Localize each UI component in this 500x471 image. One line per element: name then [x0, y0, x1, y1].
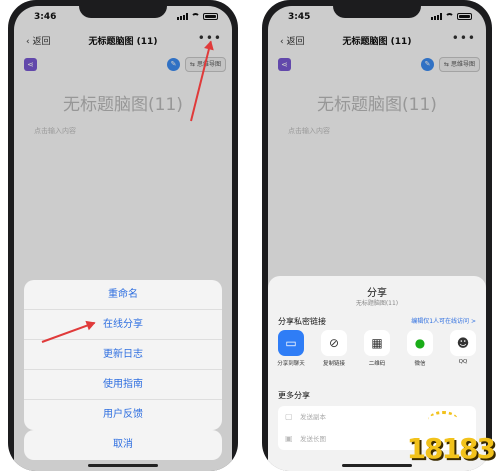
- phone-screen-right: 3:45 ‹ 返回 无标题脑图 (11) ••• ⋖ ✎ ⇆ 思维导图 无标题脑…: [268, 6, 486, 471]
- share-target-wechat[interactable]: ● 微信: [403, 330, 437, 367]
- feedback-button[interactable]: 用户反馈: [24, 400, 222, 430]
- watermark-text: 18183: [406, 432, 496, 465]
- sun-icon: [428, 411, 458, 429]
- home-indicator[interactable]: [88, 464, 158, 467]
- phone-frame-right: 3:45 ‹ 返回 无标题脑图 (11) ••• ⋖ ✎ ⇆ 思维导图 无标题脑…: [262, 0, 492, 471]
- qrcode-icon: ▦: [364, 330, 390, 356]
- copy-icon: ▢: [285, 412, 293, 421]
- message-icon: ▭: [278, 330, 304, 356]
- cancel-button[interactable]: 取消: [24, 430, 222, 460]
- image-icon: ▣: [285, 434, 293, 443]
- qq-icon: ☻: [450, 330, 476, 356]
- permission-link[interactable]: 编辑仅1人可在线访问 >: [411, 316, 476, 325]
- action-sheet: 重命名 在线分享 更新日志 使用指南 用户反馈: [24, 280, 222, 430]
- share-target-qrcode[interactable]: ▦ 二维码: [360, 330, 394, 367]
- notch: [79, 0, 167, 18]
- rename-button[interactable]: 重命名: [24, 280, 222, 310]
- notch: [333, 0, 421, 18]
- share-title: 分享: [367, 288, 387, 299]
- share-target-chat[interactable]: ▭ 分享到聊天: [274, 330, 308, 367]
- watermark-logo: 18183: [394, 409, 498, 469]
- changelog-button[interactable]: 更新日志: [24, 340, 222, 370]
- share-target-copy-link[interactable]: ⊘ 复制链接: [317, 330, 351, 367]
- link-icon: ⊘: [321, 330, 347, 356]
- private-link-heading: 分享私密链接: [278, 317, 326, 326]
- phone-screen-left: 3:46 ‹ 返回 无标题脑图 (11) ••• ⋖ ✎ ⇆ 思维导图 无标题脑…: [14, 6, 232, 471]
- share-targets: ▭ 分享到聊天 ⊘ 复制链接 ▦ 二维码 ● 微信 ☻ QQ: [274, 330, 480, 367]
- more-share-heading: 更多分享: [278, 391, 310, 400]
- wechat-icon: ●: [407, 330, 433, 356]
- share-subtitle: 无标题脑图(11): [355, 300, 399, 307]
- guide-button[interactable]: 使用指南: [24, 370, 222, 400]
- share-target-qq[interactable]: ☻ QQ: [446, 330, 480, 367]
- tutorial-screenshot: 3:46 ‹ 返回 无标题脑图 (11) ••• ⋖ ✎ ⇆ 思维导图 无标题脑…: [0, 0, 500, 471]
